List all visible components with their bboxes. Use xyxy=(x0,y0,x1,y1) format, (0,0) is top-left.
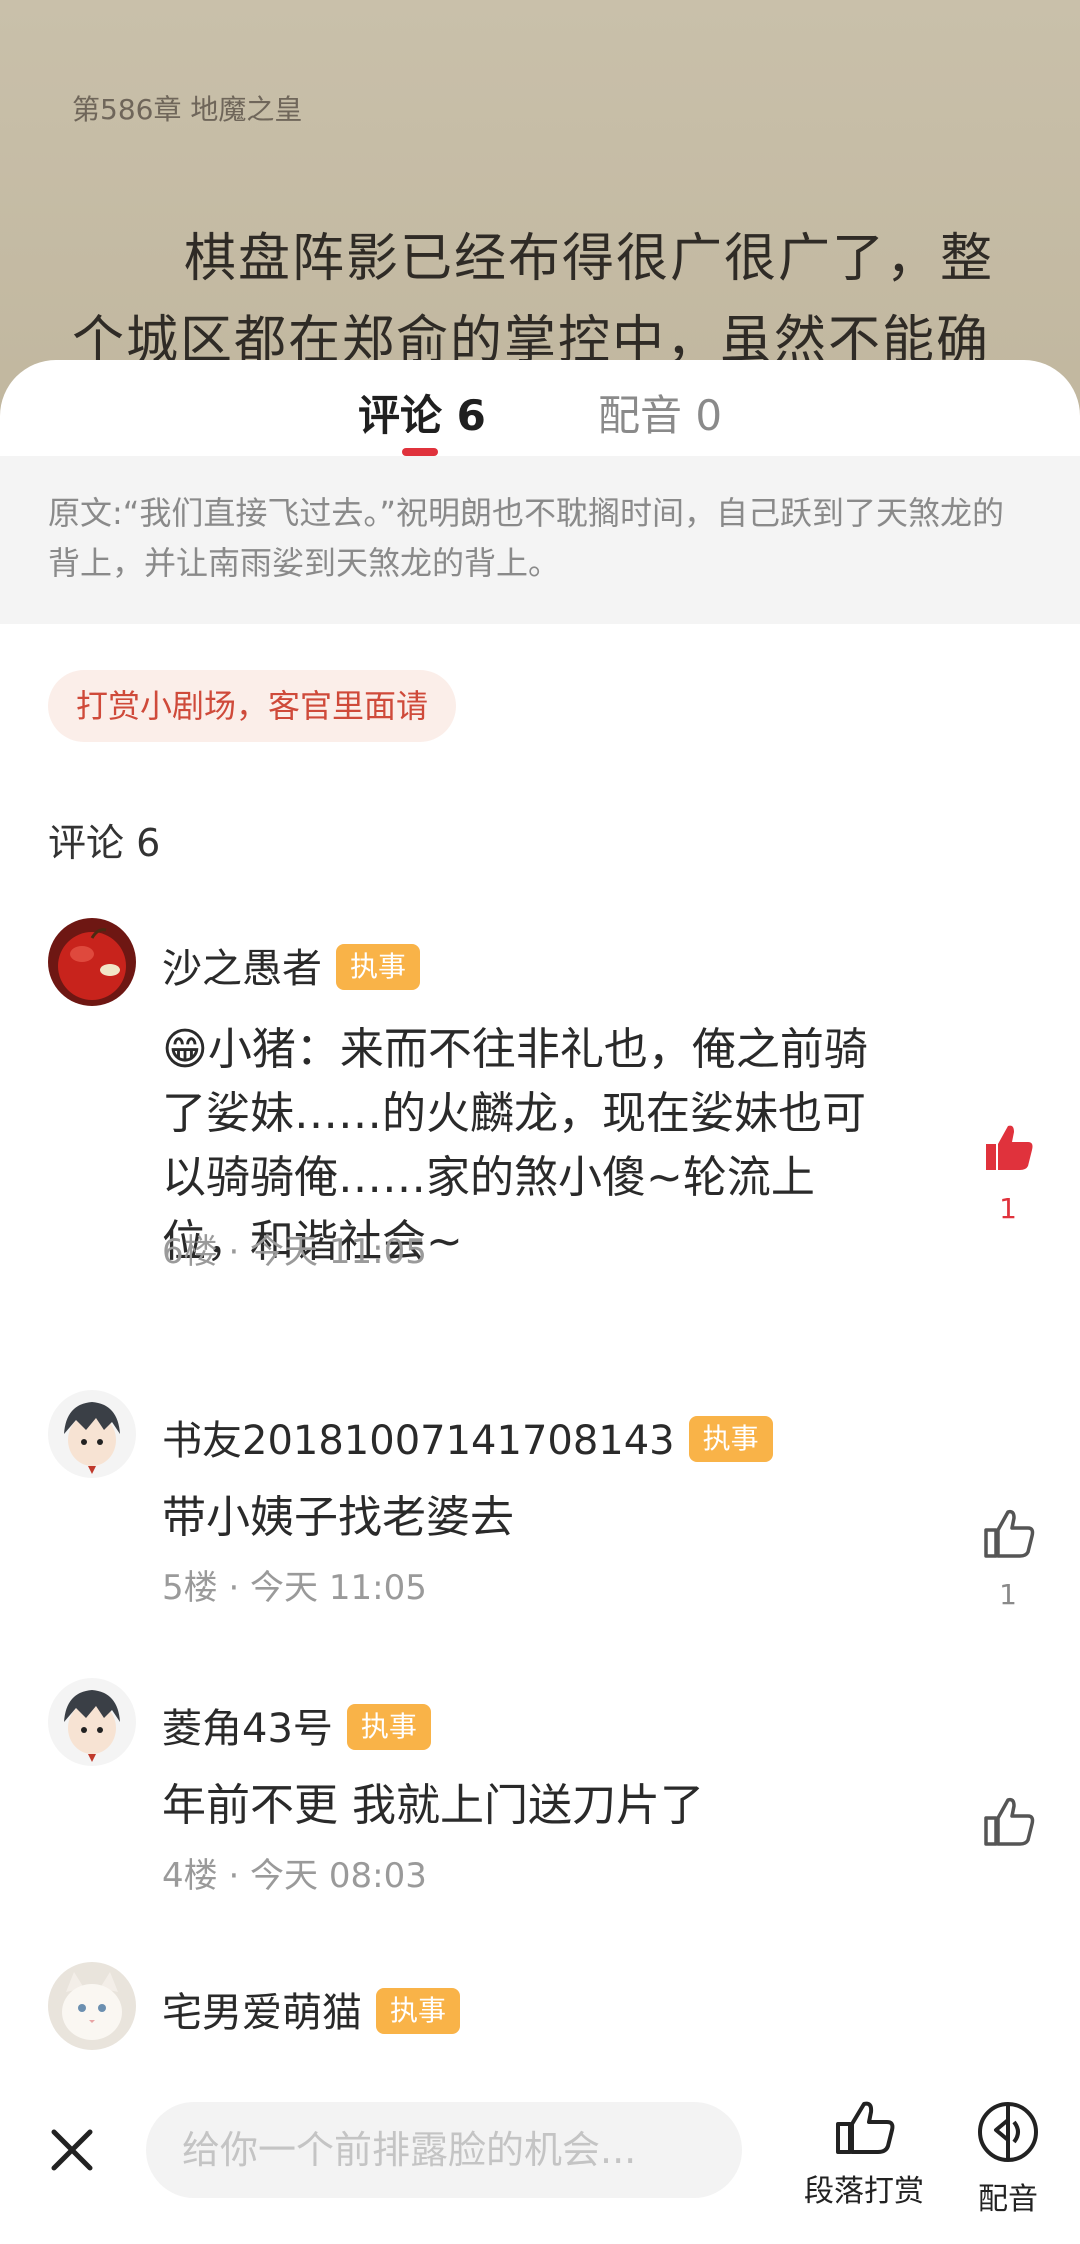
steward-badge: 执事 xyxy=(346,1704,431,1750)
comment-username[interactable]: 宅男爱萌猫 执事 xyxy=(162,1980,461,2038)
dubbing-icon xyxy=(978,2102,1038,2162)
paragraph-tip-button[interactable]: 段落打赏 xyxy=(804,2100,924,2210)
original-text-quote: 原文:“我们直接飞过去。”祝明朗也不耽搁时间，自己跃到了天煞龙的背上，并让南雨娑… xyxy=(0,456,1080,624)
comment-meta: 6楼 · 今天 11:05 xyxy=(162,1232,427,1272)
comment-item: 宅男爱萌猫 执事 xyxy=(0,1962,1080,2062)
thumbs-up-icon xyxy=(836,2101,895,2154)
comment-meta: 5楼 · 今天 11:05 xyxy=(162,1568,427,1608)
steward-badge: 执事 xyxy=(376,1988,461,2034)
chapter-title: 第586章 地魔之皇 xyxy=(72,93,303,126)
comment-text: 年前不更 我就上门送刀片了 xyxy=(162,1780,704,1831)
comment-text: 带小姨子找老婆去 xyxy=(162,1492,514,1543)
comments-heading: 评论 6 xyxy=(48,821,161,865)
steward-badge: 执事 xyxy=(688,1416,773,1462)
anime-boy-avatar[interactable] xyxy=(48,1678,136,1766)
paragraph-tip-label: 段落打赏 xyxy=(804,2174,924,2209)
username-text: 沙之愚者 xyxy=(162,946,322,992)
thumbs-up-icon[interactable] xyxy=(980,1794,1036,1850)
like-count: 1 xyxy=(999,1578,1017,1611)
reader-background: 第586章 地魔之皇 棋盘阵影已经布得很广很广了，整个城区都在郑俞的掌控中，虽然… xyxy=(0,0,1080,420)
steward-badge: 执事 xyxy=(336,944,421,990)
comment-item: 菱角43号 执事 年前不更 我就上门送刀片了 4楼 · 今天 08:03 xyxy=(0,1678,1080,1896)
comment-item: 沙之愚者 执事 😁小猪：来而不往非礼也，俺之前骑了娑妹……的火麟龙，现在娑妹也可以… xyxy=(0,918,1080,1272)
username-text: 宅男爱萌猫 xyxy=(162,1990,362,2036)
tab-dubbing[interactable]: 配音 0 xyxy=(598,382,722,443)
tab-comments[interactable]: 评论 6 xyxy=(358,382,486,443)
dubbing-label: 配音 xyxy=(978,2182,1038,2217)
comments-sheet: 评论 6 配音 0 原文:“我们直接飞过去。”祝明朗也不耽搁时间，自己跃到了天煞… xyxy=(0,360,1080,2244)
kitten-avatar[interactable] xyxy=(48,1962,136,2050)
comment-username[interactable]: 书友20181007141708143 执事 xyxy=(162,1408,773,1466)
comment-meta: 4楼 · 今天 08:03 xyxy=(162,1856,427,1896)
like-count: 1 xyxy=(999,1192,1017,1225)
thumbs-up-icon[interactable] xyxy=(980,1506,1036,1562)
comment-item: 书友20181007141708143 执事 带小姨子找老婆去 5楼 · 今天 1… xyxy=(0,1390,1080,1611)
reward-theater-banner[interactable]: 打赏小剧场，客官里面请 xyxy=(48,670,457,742)
comment-username[interactable]: 沙之愚者 执事 xyxy=(162,936,421,994)
apple-avatar[interactable] xyxy=(48,918,136,1006)
thumbs-up-icon[interactable] xyxy=(980,1120,1036,1176)
sheet-tabs: 评论 6 配音 0 xyxy=(0,360,1080,456)
comment-username[interactable]: 菱角43号 执事 xyxy=(162,1696,431,1754)
username-text: 菱角43号 xyxy=(162,1706,333,1752)
bottom-action-bar: 段落打赏 配音 xyxy=(0,2084,1080,2244)
dubbing-button[interactable]: 配音 xyxy=(968,2100,1048,2218)
username-text: 书友20181007141708143 xyxy=(162,1418,675,1464)
close-icon[interactable] xyxy=(48,2126,96,2174)
comment-input[interactable] xyxy=(146,2102,742,2198)
active-tab-indicator xyxy=(402,448,438,456)
anime-boy-avatar[interactable] xyxy=(48,1390,136,1478)
reader-text: 棋盘阵影已经布得很广很广了，整个城区都在郑俞的掌控中，虽然不能确 xyxy=(72,229,995,371)
